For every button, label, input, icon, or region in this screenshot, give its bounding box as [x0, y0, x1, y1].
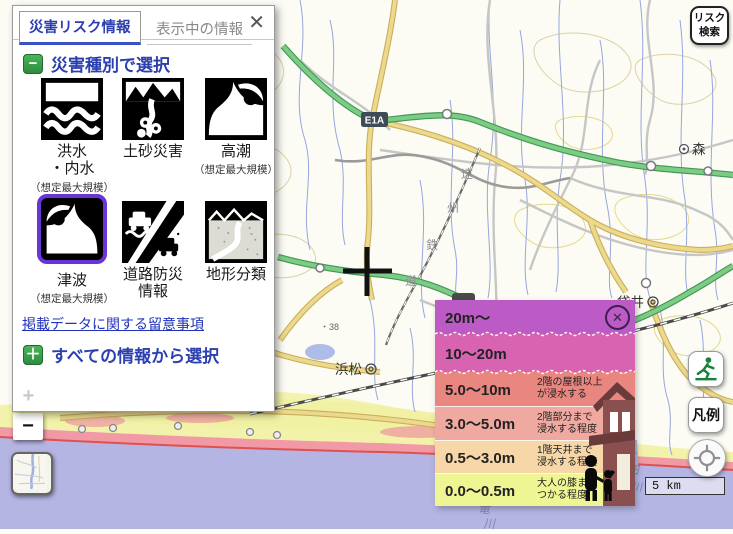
scale-label: 5 km — [652, 479, 681, 493]
legend-depth-label: 10〜20m — [435, 343, 537, 364]
minimap-thumbnail — [13, 454, 47, 489]
current-location-button[interactable] — [688, 439, 726, 477]
hazard-label: 洪水 ・内水 — [27, 143, 117, 178]
hazard-label: 津波 — [27, 272, 117, 289]
overview-map-button[interactable] — [11, 452, 53, 495]
section-all-info: ＋ すべての情報から選択 — [23, 342, 219, 367]
pond — [305, 344, 335, 360]
e1a-badge: E1A — [361, 112, 388, 127]
section-select-by-type: − 災害種別で選択 — [23, 51, 170, 76]
section-title: 災害種別で選択 — [51, 51, 170, 76]
zoom-in-button[interactable]: + — [14, 383, 43, 410]
legend-depth-label: 0.0〜0.5m — [435, 480, 537, 501]
svg-text:道: 道 — [405, 274, 417, 288]
tab-displayed-info[interactable]: 表示中の情報 — [147, 14, 252, 45]
hazard-storm-surge[interactable]: 高潮 （想定最大規模） — [191, 78, 281, 177]
panel-tabs: 災害リスク情報 表示中の情報 ✕ — [13, 6, 274, 40]
legend-depth-desc: 2階の屋根以上 が浸水する — [537, 377, 603, 401]
svg-text:浜松: 浜松 — [335, 362, 362, 377]
legend-row: 0.0〜0.5m 大人の膝まで つかる程度 — [435, 473, 635, 506]
legend-close-icon[interactable]: ✕ — [605, 305, 630, 330]
evacuation-site-button[interactable] — [688, 351, 724, 387]
hazard-label: 地形分類 — [191, 266, 281, 283]
hazard-landslide[interactable]: 土砂災害 — [108, 78, 198, 162]
svg-text:州: 州 — [447, 201, 459, 215]
tsunami-icon — [43, 200, 101, 258]
legend-depth-label: 20m〜 — [435, 307, 537, 328]
hazard-label: 土砂災害 — [108, 143, 198, 160]
hazard-sub-label: （想定最大規模） — [27, 291, 117, 306]
hazard-road-info[interactable]: 道路防災 情報 — [108, 201, 198, 301]
expand-plus-icon[interactable]: ＋ — [23, 345, 43, 365]
landform-icon — [205, 201, 267, 263]
flood-icon — [41, 78, 103, 140]
legend-depth-label: 0.5〜3.0m — [435, 447, 537, 468]
scale-bar: 5 km — [645, 477, 725, 495]
legend-depth-desc: 1階天井まで 浸水する程度 — [537, 445, 597, 469]
landslide-icon — [122, 78, 184, 140]
hazard-flood[interactable]: 洪水 ・内水 （想定最大規模） — [27, 78, 117, 195]
tab-disaster-risk-info[interactable]: 災害リスク情報 — [19, 11, 141, 45]
locate-crosshair-icon — [693, 444, 721, 472]
svg-text:森: 森 — [692, 142, 706, 157]
risk-search-button[interactable]: リスク 検索 — [690, 6, 729, 45]
storm-surge-icon — [205, 78, 267, 140]
legend-row: 5.0〜10m 2階の屋根以上 が浸水する — [435, 372, 635, 406]
hazard-label: 高潮 — [191, 143, 281, 160]
data-notes-link[interactable]: 掲載データに関する留意事項 — [22, 314, 204, 334]
road-hazard-icon — [122, 201, 184, 263]
legend-depth-desc: 大人の膝まで つかる程度 — [537, 478, 597, 502]
legend-depth-desc: 2階部分まで 浸水する程度 — [537, 412, 597, 436]
hazard-sub-label: （想定最大規模） — [191, 162, 281, 177]
hazard-tsunami[interactable]: 津波 （想定最大規模） — [27, 194, 117, 306]
selected-ring — [37, 194, 107, 264]
runner-icon — [693, 356, 719, 382]
hazard-sub-label: （想定最大規模） — [27, 180, 117, 195]
svg-text:E1A: E1A — [365, 116, 384, 127]
legend-button[interactable]: 凡例 — [688, 397, 724, 433]
hazard-label: 道路防災 情報 — [108, 266, 198, 301]
legend-depth-label: 3.0〜5.0m — [435, 413, 537, 434]
zoom-out-button[interactable]: − — [13, 413, 43, 440]
tsunami-depth-legend: 20m〜 10〜20m 5.0〜10m 2階の屋根以上 が浸水する 3.0〜5.… — [435, 300, 635, 506]
collapse-minus-icon[interactable]: − — [23, 54, 43, 74]
legend-row: 0.5〜3.0m 1階天井まで 浸水する程度 — [435, 440, 635, 473]
disaster-risk-panel: 災害リスク情報 表示中の情報 ✕ − 災害種別で選択 洪水 ・内水 （想定最大規… — [12, 5, 275, 412]
legend-row: 3.0〜5.0m 2階部分まで 浸水する程度 — [435, 406, 635, 440]
hazard-landform[interactable]: 地形分類 — [191, 201, 281, 283]
svg-text:鉄: 鉄 — [426, 237, 438, 252]
label-spot-height: ・38 — [320, 322, 339, 332]
svg-text:遠: 遠 — [461, 167, 473, 181]
svg-text:川: 川 — [483, 517, 497, 529]
legend-row: 10〜20m — [435, 334, 635, 372]
section-title: すべての情報から選択 — [51, 342, 219, 367]
legend-depth-label: 5.0〜10m — [435, 379, 537, 400]
close-icon[interactable]: ✕ — [248, 13, 265, 33]
